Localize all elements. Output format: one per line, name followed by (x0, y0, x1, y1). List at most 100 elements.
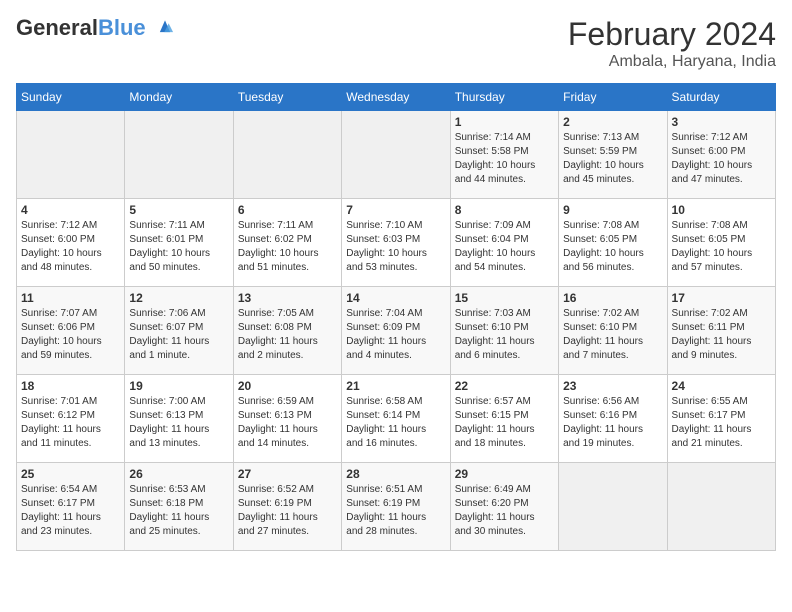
calendar-cell: 13 Sunrise: 7:05 AM Sunset: 6:08 PM Dayli… (233, 287, 341, 375)
day-number: 5 (129, 203, 228, 217)
day-info: Sunrise: 7:02 AM Sunset: 6:10 PM Dayligh… (563, 307, 662, 363)
day-info: Sunrise: 6:49 AM Sunset: 6:20 PM Dayligh… (455, 483, 554, 539)
calendar-week-row: 25Sunrise: 6:54 AM Sunset: 6:17 PM Dayli… (17, 463, 776, 551)
day-info: Sunrise: 7:11 AM Sunset: 6:02 PM Dayligh… (238, 219, 337, 275)
day-info: Sunrise: 7:09 AM Sunset: 6:04 PM Dayligh… (455, 219, 554, 275)
calendar-cell (342, 111, 450, 199)
calendar-cell (125, 111, 233, 199)
day-info: Sunrise: 7:13 AM Sunset: 5:59 PM Dayligh… (563, 131, 662, 187)
page-subtitle: Ambala, Haryana, India (568, 53, 776, 71)
weekday-header: Sunday (17, 84, 125, 111)
calendar-cell: 10 Sunrise: 7:08 AM Sunset: 6:05 PM Dayli… (667, 199, 775, 287)
day-info: Sunrise: 7:05 AM Sunset: 6:08 PM Dayligh… (238, 307, 337, 363)
calendar-cell: 29Sunrise: 6:49 AM Sunset: 6:20 PM Dayli… (450, 463, 558, 551)
day-number: 14 (346, 291, 445, 305)
day-number: 9 (563, 203, 662, 217)
day-number: 26 (129, 467, 228, 481)
weekday-header: Monday (125, 84, 233, 111)
calendar-cell: 17 Sunrise: 7:02 AM Sunset: 6:11 PM Dayli… (667, 287, 775, 375)
calendar-table: SundayMondayTuesdayWednesdayThursdayFrid… (16, 83, 776, 551)
day-info: Sunrise: 6:52 AM Sunset: 6:19 PM Dayligh… (238, 483, 337, 539)
day-number: 13 (238, 291, 337, 305)
day-info: Sunrise: 7:08 AM Sunset: 6:05 PM Dayligh… (563, 219, 662, 275)
page-title: February 2024 (568, 16, 776, 53)
logo: GeneralBlue (16, 16, 176, 40)
day-info: Sunrise: 7:14 AM Sunset: 5:58 PM Dayligh… (455, 131, 554, 187)
day-number: 11 (21, 291, 120, 305)
day-number: 10 (672, 203, 771, 217)
day-info: Sunrise: 6:55 AM Sunset: 6:17 PM Dayligh… (672, 395, 771, 451)
calendar-cell: 12 Sunrise: 7:06 AM Sunset: 6:07 PM Dayli… (125, 287, 233, 375)
day-info: Sunrise: 7:03 AM Sunset: 6:10 PM Dayligh… (455, 307, 554, 363)
day-number: 17 (672, 291, 771, 305)
calendar-cell: 9 Sunrise: 7:08 AM Sunset: 6:05 PM Daylig… (559, 199, 667, 287)
day-number: 18 (21, 379, 120, 393)
day-number: 8 (455, 203, 554, 217)
calendar-cell: 15 Sunrise: 7:03 AM Sunset: 6:10 PM Dayli… (450, 287, 558, 375)
calendar-cell: 22 Sunrise: 6:57 AM Sunset: 6:15 PM Dayli… (450, 375, 558, 463)
page-header: GeneralBlue February 2024 Ambala, Haryan… (16, 16, 776, 71)
calendar-week-row: 1 Sunrise: 7:14 AM Sunset: 5:58 PM Daylig… (17, 111, 776, 199)
calendar-cell (667, 463, 775, 551)
day-info: Sunrise: 7:00 AM Sunset: 6:13 PM Dayligh… (129, 395, 228, 451)
day-number: 7 (346, 203, 445, 217)
calendar-cell (559, 463, 667, 551)
calendar-week-row: 4 Sunrise: 7:12 AM Sunset: 6:00 PM Daylig… (17, 199, 776, 287)
day-info: Sunrise: 6:59 AM Sunset: 6:13 PM Dayligh… (238, 395, 337, 451)
calendar-cell: 4 Sunrise: 7:12 AM Sunset: 6:00 PM Daylig… (17, 199, 125, 287)
weekday-header: Thursday (450, 84, 558, 111)
day-info: Sunrise: 7:10 AM Sunset: 6:03 PM Dayligh… (346, 219, 445, 275)
day-number: 1 (455, 115, 554, 129)
day-info: Sunrise: 7:02 AM Sunset: 6:11 PM Dayligh… (672, 307, 771, 363)
calendar-cell: 24 Sunrise: 6:55 AM Sunset: 6:17 PM Dayli… (667, 375, 775, 463)
day-number: 16 (563, 291, 662, 305)
calendar-cell: 3Sunrise: 7:12 AM Sunset: 6:00 PM Daylig… (667, 111, 775, 199)
day-info: Sunrise: 6:53 AM Sunset: 6:18 PM Dayligh… (129, 483, 228, 539)
day-number: 4 (21, 203, 120, 217)
calendar-cell: 7 Sunrise: 7:10 AM Sunset: 6:03 PM Daylig… (342, 199, 450, 287)
calendar-cell: 2Sunrise: 7:13 AM Sunset: 5:59 PM Daylig… (559, 111, 667, 199)
day-number: 24 (672, 379, 771, 393)
logo-text: GeneralBlue (16, 16, 176, 40)
calendar-cell: 11 Sunrise: 7:07 AM Sunset: 6:06 PM Dayli… (17, 287, 125, 375)
day-number: 15 (455, 291, 554, 305)
day-number: 20 (238, 379, 337, 393)
day-info: Sunrise: 6:58 AM Sunset: 6:14 PM Dayligh… (346, 395, 445, 451)
calendar-cell: 20 Sunrise: 6:59 AM Sunset: 6:13 PM Dayli… (233, 375, 341, 463)
day-number: 21 (346, 379, 445, 393)
weekday-header: Tuesday (233, 84, 341, 111)
day-info: Sunrise: 6:57 AM Sunset: 6:15 PM Dayligh… (455, 395, 554, 451)
day-info: Sunrise: 7:04 AM Sunset: 6:09 PM Dayligh… (346, 307, 445, 363)
day-number: 22 (455, 379, 554, 393)
day-info: Sunrise: 7:08 AM Sunset: 6:05 PM Dayligh… (672, 219, 771, 275)
calendar-cell: 21 Sunrise: 6:58 AM Sunset: 6:14 PM Dayli… (342, 375, 450, 463)
calendar-week-row: 18Sunrise: 7:01 AM Sunset: 6:12 PM Dayli… (17, 375, 776, 463)
calendar-cell: 8 Sunrise: 7:09 AM Sunset: 6:04 PM Daylig… (450, 199, 558, 287)
day-info: Sunrise: 7:11 AM Sunset: 6:01 PM Dayligh… (129, 219, 228, 275)
calendar-cell: 1 Sunrise: 7:14 AM Sunset: 5:58 PM Daylig… (450, 111, 558, 199)
day-info: Sunrise: 7:06 AM Sunset: 6:07 PM Dayligh… (129, 307, 228, 363)
calendar-cell: 16 Sunrise: 7:02 AM Sunset: 6:10 PM Dayli… (559, 287, 667, 375)
day-info: Sunrise: 6:56 AM Sunset: 6:16 PM Dayligh… (563, 395, 662, 451)
calendar-cell: 27 Sunrise: 6:52 AM Sunset: 6:19 PM Dayli… (233, 463, 341, 551)
day-info: Sunrise: 7:12 AM Sunset: 6:00 PM Dayligh… (672, 131, 771, 187)
calendar-cell: 19Sunrise: 7:00 AM Sunset: 6:13 PM Dayli… (125, 375, 233, 463)
calendar-cell: 5 Sunrise: 7:11 AM Sunset: 6:01 PM Daylig… (125, 199, 233, 287)
day-info: Sunrise: 7:12 AM Sunset: 6:00 PM Dayligh… (21, 219, 120, 275)
day-number: 12 (129, 291, 228, 305)
day-number: 6 (238, 203, 337, 217)
calendar-cell (17, 111, 125, 199)
calendar-cell (233, 111, 341, 199)
weekday-header: Saturday (667, 84, 775, 111)
day-number: 27 (238, 467, 337, 481)
calendar-cell: 23Sunrise: 6:56 AM Sunset: 6:16 PM Dayli… (559, 375, 667, 463)
day-number: 28 (346, 467, 445, 481)
title-block: February 2024 Ambala, Haryana, India (568, 16, 776, 71)
weekday-header: Wednesday (342, 84, 450, 111)
day-info: Sunrise: 7:07 AM Sunset: 6:06 PM Dayligh… (21, 307, 120, 363)
calendar-cell: 6 Sunrise: 7:11 AM Sunset: 6:02 PM Daylig… (233, 199, 341, 287)
calendar-header-row: SundayMondayTuesdayWednesdayThursdayFrid… (17, 84, 776, 111)
calendar-cell: 26 Sunrise: 6:53 AM Sunset: 6:18 PM Dayli… (125, 463, 233, 551)
day-info: Sunrise: 6:51 AM Sunset: 6:19 PM Dayligh… (346, 483, 445, 539)
calendar-cell: 18Sunrise: 7:01 AM Sunset: 6:12 PM Dayli… (17, 375, 125, 463)
